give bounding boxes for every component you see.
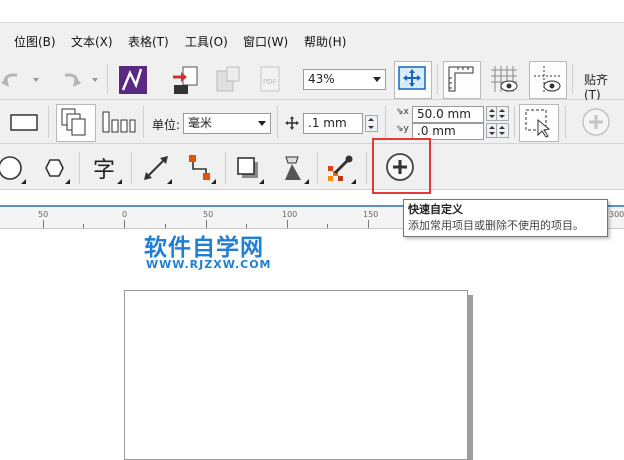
separator <box>79 152 80 184</box>
eyedropper-tool-icon[interactable] <box>322 150 358 186</box>
current-page-icon[interactable] <box>99 104 139 140</box>
menu-window[interactable]: 窗口(W) <box>243 33 288 50</box>
zoom-level-value: 43% <box>308 72 335 86</box>
ellipse-tool-icon[interactable] <box>0 150 28 186</box>
separator <box>565 106 566 138</box>
separator <box>514 106 515 138</box>
toolbox: 字 <box>0 144 624 190</box>
redo-dropdown-icon[interactable] <box>92 78 98 82</box>
menu-bitmap[interactable]: 位图(B) <box>14 33 56 50</box>
snap-to-button[interactable]: 贴齐(T) <box>584 71 624 102</box>
ruler-tick <box>327 224 328 228</box>
quick-customize-icon[interactable] <box>578 104 614 140</box>
nudge-spinner[interactable] <box>365 115 378 132</box>
landscape-page-icon[interactable] <box>6 104 42 140</box>
svg-text:PDF: PDF <box>263 78 277 86</box>
units-combo[interactable]: 毫米 <box>183 113 271 134</box>
chevron-down-icon <box>373 77 381 82</box>
ruler-label: 50 <box>38 210 49 219</box>
separator <box>366 152 367 184</box>
nudge-distance-input[interactable]: .1 mm <box>303 113 363 134</box>
import-icon[interactable] <box>168 62 204 98</box>
publish-pdf-icon[interactable]: PDF <box>252 62 288 98</box>
watermark-url: WWW.RJZXW.COM <box>146 258 272 271</box>
connector-tool-icon[interactable] <box>182 150 218 186</box>
units-label: 单位: <box>152 118 181 132</box>
undo-dropdown-icon[interactable] <box>33 78 39 82</box>
menu-table[interactable]: 表格(T) <box>128 33 169 50</box>
standard-toolbar: PDF 43% 贴齐(T) <box>0 58 624 102</box>
separator <box>317 152 318 184</box>
separator <box>107 64 108 94</box>
duplicate-x-input[interactable]: 50.0 mm <box>412 106 484 123</box>
ruler-tick <box>43 220 44 228</box>
duplicate-x-spinner[interactable] <box>496 106 509 121</box>
watermark-title: 软件自学网 <box>144 235 264 261</box>
tooltip: 快速自定义 添加常用项目或删除不使用的项目。 <box>403 199 608 237</box>
undo-icon[interactable] <box>0 62 30 98</box>
ruler-tick <box>124 220 125 228</box>
ruler-tick <box>368 220 369 228</box>
ruler-label: 50 <box>203 210 214 219</box>
tooltip-description: 添加常用项目或删除不使用的项目。 <box>408 219 584 232</box>
title-strip <box>0 0 624 22</box>
show-rulers-icon[interactable] <box>443 61 481 99</box>
menu-text[interactable]: 文本(X) <box>71 33 113 50</box>
document-page[interactable] <box>124 290 468 460</box>
separator <box>48 106 49 138</box>
duplicate-y-value: .0 mm <box>417 124 456 138</box>
duplicate-y-spinner[interactable] <box>496 123 509 138</box>
text-tool-icon[interactable]: 字 <box>88 150 124 186</box>
show-grid-icon[interactable] <box>486 61 524 99</box>
nudge-distance-value: .1 mm <box>308 116 347 130</box>
separator <box>437 64 438 94</box>
corel-connect-icon[interactable] <box>115 62 151 98</box>
highlight-box <box>372 138 431 194</box>
polygon-tool-icon[interactable] <box>36 150 72 186</box>
zoom-level-combo[interactable]: 43% <box>303 69 386 90</box>
export-icon[interactable] <box>210 62 246 98</box>
full-screen-preview-icon[interactable] <box>394 61 432 99</box>
units-value: 毫米 <box>188 116 213 130</box>
menu-tools[interactable]: 工具(O) <box>185 33 228 50</box>
transparency-tool-icon[interactable] <box>275 150 311 186</box>
nudge-icon <box>285 116 299 133</box>
redo-icon[interactable] <box>52 62 88 98</box>
menu-bar: 位图(B) 文本(X) 表格(T) 工具(O) 窗口(W) 帮助(H) <box>0 22 624 58</box>
separator <box>385 106 386 138</box>
separator <box>572 64 573 94</box>
menu-help[interactable]: 帮助(H) <box>304 33 346 50</box>
property-bar: 单位: 毫米 .1 mm ⇘x 50.0 mm ⇘y .0 mm <box>0 100 624 144</box>
drop-shadow-tool-icon[interactable] <box>230 150 266 186</box>
separator <box>131 152 132 184</box>
ruler-tick <box>287 220 288 228</box>
ruler-tick <box>83 224 84 228</box>
all-pages-icon[interactable] <box>56 104 96 142</box>
ruler-label: 100 <box>282 210 298 219</box>
separator <box>225 152 226 184</box>
separator <box>143 106 144 138</box>
duplicate-x-value: 50.0 mm <box>417 107 471 121</box>
separator <box>277 106 278 138</box>
duplicate-y-icon: ⇘y <box>396 124 409 134</box>
svg-text:字: 字 <box>93 158 115 183</box>
ruler-label: 300 <box>609 210 624 219</box>
ruler-tick <box>206 220 207 228</box>
chevron-down-icon <box>258 121 266 126</box>
ruler-label: 150 <box>363 210 379 219</box>
show-guidelines-icon[interactable] <box>529 61 567 99</box>
dimension-tool-icon[interactable] <box>138 150 174 186</box>
duplicate-x-icon: ⇘x <box>396 107 409 117</box>
treat-as-filled-icon[interactable] <box>519 104 559 142</box>
ruler-label: 0 <box>122 210 128 219</box>
tooltip-title: 快速自定义 <box>408 203 463 216</box>
